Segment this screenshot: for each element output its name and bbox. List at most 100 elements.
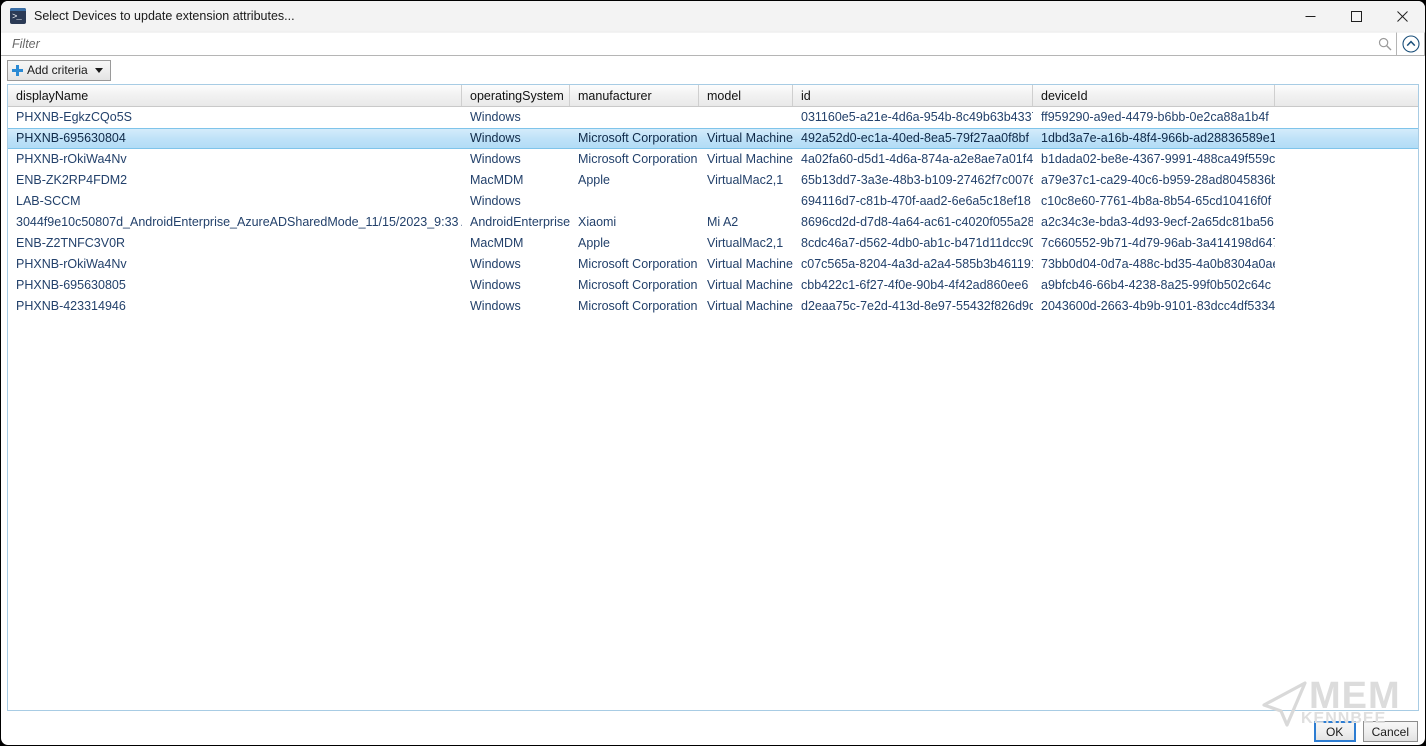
column-header-id[interactable]: id	[793, 85, 1033, 106]
cell-id: cbb422c1-6f27-4f0e-90b4-4f42ad860ee6	[793, 276, 1033, 295]
cell-operatingSystem: Windows	[462, 297, 570, 316]
chevron-down-icon	[95, 68, 103, 73]
cell-deviceId: 1dbd3a7e-a16b-48f4-966b-ad28836589e1	[1033, 129, 1275, 148]
cell-id: 8696cd2d-d7d8-4a64-ac61-c4020f055a28	[793, 213, 1033, 232]
cell-model: VirtualMac2,1	[699, 171, 793, 190]
plus-icon	[12, 65, 23, 76]
search-icon[interactable]	[1374, 37, 1396, 51]
cell-operatingSystem: Windows	[462, 108, 570, 127]
table-row[interactable]: LAB-SCCMWindows 694116d7-c81b-470f-aad2-6…	[8, 191, 1418, 212]
column-header-deviceId[interactable]: deviceId	[1033, 85, 1275, 106]
table-row[interactable]: PHXNB-EgkzCQo5SWindows 031160e5-a21e-4d6a…	[8, 107, 1418, 128]
cell-displayName: LAB-SCCM	[8, 192, 462, 211]
table-row[interactable]: ENB-Z2TNFC3V0RMacMDMAppleVirtualMac2,18c…	[8, 233, 1418, 254]
cell-model: Virtual Machine	[699, 297, 793, 316]
window-title: Select Devices to update extension attri…	[34, 9, 295, 23]
close-icon[interactable]	[1379, 1, 1425, 32]
powershell-icon: >_	[10, 8, 26, 24]
minimize-icon[interactable]	[1287, 1, 1333, 32]
criteria-toolbar: Add criteria	[1, 56, 1425, 84]
cell-displayName: PHXNB-rOkiWa4Nv	[8, 150, 462, 169]
dialog-footer: OK Cancel	[1, 717, 1425, 745]
maximize-icon[interactable]	[1333, 1, 1379, 32]
filter-input-wrapper[interactable]	[1, 32, 1397, 56]
cell-model: Mi A2	[699, 213, 793, 232]
grid-header-row: displayName operatingSystem manufacturer mo…	[8, 85, 1418, 107]
column-header-label: model	[707, 89, 741, 103]
cell-operatingSystem: Windows	[462, 276, 570, 295]
cell-id: d2eaa75c-7e2d-413d-8e97-55432f826d9d	[793, 297, 1033, 316]
powershell-icon-glyph: >_	[12, 11, 21, 24]
cell-deviceId: ff959290-a9ed-4479-b6bb-0e2ca88a1b4f	[1033, 108, 1275, 127]
cell-id: 65b13dd7-3a3e-48b3-b109-27462f7c0076	[793, 171, 1033, 190]
ok-button[interactable]: OK	[1314, 721, 1356, 742]
cell-manufacturer: Microsoft Corporation	[570, 297, 699, 316]
column-header-label: operatingSystem	[470, 89, 564, 103]
column-header-manufacturer[interactable]: manufacturer	[570, 85, 699, 106]
table-row[interactable]: PHXNB-rOkiWa4NvWindowsMicrosoft Corporat…	[8, 149, 1418, 170]
cell-operatingSystem: Windows	[462, 150, 570, 169]
window-controls	[1287, 1, 1425, 32]
column-header-spacer[interactable]	[1275, 85, 1419, 106]
cell-deviceId: b1dada02-be8e-4367-9991-488ca49f559c	[1033, 150, 1275, 169]
cell-id: 694116d7-c81b-470f-aad2-6e6a5c18ef18	[793, 192, 1033, 211]
cell-manufacturer: Apple	[570, 171, 699, 190]
column-header-operatingSystem[interactable]: operatingSystem	[462, 85, 570, 106]
cell-operatingSystem: Windows	[462, 255, 570, 274]
cell-deviceId: 73bb0d04-0d7a-488c-bd35-4a0b8304a0ae	[1033, 255, 1275, 274]
cell-displayName: PHXNB-EgkzCQo5S	[8, 108, 462, 127]
cell-model: VirtualMac2,1	[699, 234, 793, 253]
table-row[interactable]: PHXNB-423314946WindowsMicrosoft Corporat…	[8, 296, 1418, 317]
add-criteria-button[interactable]: Add criteria	[7, 60, 111, 81]
cell-model: Virtual Machine	[699, 129, 793, 148]
device-grid: displayName operatingSystem manufacturer mo…	[7, 84, 1419, 711]
table-row[interactable]: PHXNB-695630805WindowsMicrosoft Corporat…	[8, 275, 1418, 296]
cell-id: 031160e5-a21e-4d6a-954b-8c49b63b4337	[793, 108, 1033, 127]
filter-bar	[1, 32, 1425, 56]
cell-displayName: PHXNB-423314946	[8, 297, 462, 316]
cell-operatingSystem: Windows	[462, 192, 570, 211]
table-row[interactable]: 3044f9e10c50807d_AndroidEnterprise_Azure…	[8, 212, 1418, 233]
cell-displayName: PHXNB-695630804	[8, 129, 462, 148]
chevron-up-circle-icon[interactable]	[1397, 32, 1425, 56]
cell-manufacturer: Microsoft Corporation	[570, 276, 699, 295]
column-header-label: displayName	[16, 89, 88, 103]
cell-displayName: ENB-Z2TNFC3V0R	[8, 234, 462, 253]
cell-manufacturer: Apple	[570, 234, 699, 253]
cell-manufacturer: Xiaomi	[570, 213, 699, 232]
grid-body[interactable]: PHXNB-EgkzCQo5SWindows031160e5-a21e-4d6a…	[8, 107, 1418, 710]
column-header-label: id	[801, 89, 811, 103]
cell-deviceId: a79e37c1-ca29-40c6-b959-28ad8045836b	[1033, 171, 1275, 190]
column-header-label: manufacturer	[578, 89, 652, 103]
cell-deviceId: 2043600d-2663-4b9b-9101-83dcc4df5334	[1033, 297, 1275, 316]
cell-operatingSystem: MacMDM	[462, 234, 570, 253]
cell-model: Virtual Machine	[699, 150, 793, 169]
cell-displayName: 3044f9e10c50807d_AndroidEnterprise_Azure…	[8, 213, 462, 232]
cell-manufacturer: Microsoft Corporation	[570, 150, 699, 169]
cell-manufacturer: Microsoft Corporation	[570, 129, 699, 148]
column-header-model[interactable]: model	[699, 85, 793, 106]
title-bar: >_ Select Devices to update extension at…	[1, 1, 1425, 32]
cell-model: Virtual Machine	[699, 276, 793, 295]
cell-deviceId: a9bfcb46-66b4-4238-8a25-99f0b502c64c	[1033, 276, 1275, 295]
cell-operatingSystem: Windows	[462, 129, 570, 148]
cell-operatingSystem: MacMDM	[462, 171, 570, 190]
cell-deviceId: a2c34c3e-bda3-4d93-9ecf-2a65dc81ba56	[1033, 213, 1275, 232]
dialog-button-group: OK Cancel	[1314, 721, 1418, 742]
cancel-button[interactable]: Cancel	[1363, 721, 1418, 742]
column-header-label: deviceId	[1041, 89, 1088, 103]
cell-deviceId: 7c660552-9b71-4d79-96ab-3a414198d647	[1033, 234, 1275, 253]
filter-input[interactable]	[10, 34, 1374, 54]
cell-deviceId: c10c8e60-7761-4b8a-8b54-65cd10416f0f	[1033, 192, 1275, 211]
cell-operatingSystem: AndroidEnterprise	[462, 213, 570, 232]
cell-id: c07c565a-8204-4a3d-a2a4-585b3b461191	[793, 255, 1033, 274]
add-criteria-label: Add criteria	[27, 63, 88, 77]
dialog-window: >_ Select Devices to update extension at…	[0, 0, 1426, 746]
table-row[interactable]: ENB-ZK2RP4FDM2MacMDMAppleVirtualMac2,165…	[8, 170, 1418, 191]
column-header-displayName[interactable]: displayName	[8, 85, 462, 106]
cell-displayName: PHXNB-695630805	[8, 276, 462, 295]
cell-id: 4a02fa60-d5d1-4d6a-874a-a2e8ae7a01f4	[793, 150, 1033, 169]
table-row[interactable]: PHXNB-rOkiWa4NvWindowsMicrosoft Corporat…	[8, 254, 1418, 275]
cell-displayName: ENB-ZK2RP4FDM2	[8, 171, 462, 190]
table-row[interactable]: PHXNB-695630804WindowsMicrosoft Corporat…	[8, 128, 1418, 149]
